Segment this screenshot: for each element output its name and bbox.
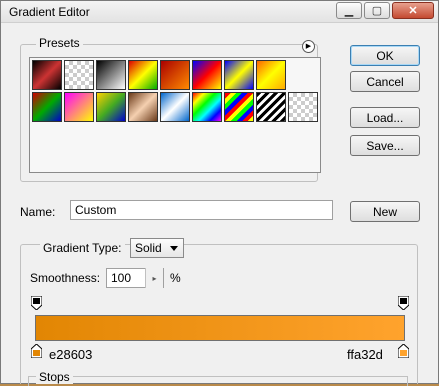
gradient-settings-group: [20, 244, 418, 384]
preset-swatch[interactable]: [96, 60, 126, 90]
new-button[interactable]: New: [350, 201, 420, 222]
close-icon[interactable]: ✕: [392, 2, 434, 19]
smoothness-label: Smoothness:: [30, 271, 101, 285]
ok-button[interactable]: OK: [350, 45, 420, 66]
preset-swatch[interactable]: [224, 92, 254, 122]
preset-swatch-grid: [29, 57, 321, 173]
load-button[interactable]: Load...: [350, 107, 420, 128]
presets-label: Presets: [36, 36, 83, 50]
save-button[interactable]: Save...: [350, 135, 420, 156]
name-input[interactable]: [70, 200, 333, 220]
gradient-preview-bar[interactable]: [35, 315, 405, 341]
preset-swatch[interactable]: [256, 92, 286, 122]
stepper-arrow-icon[interactable]: ▸: [145, 268, 163, 288]
stops-group: [28, 376, 408, 386]
preset-swatch[interactable]: [256, 60, 286, 90]
gradient-type-label: Gradient Type:: [40, 241, 125, 255]
preset-swatch[interactable]: [128, 60, 158, 90]
window-controls: ▁ ▢ ✕: [336, 2, 434, 19]
preset-swatch[interactable]: [32, 92, 62, 122]
preset-swatch[interactable]: [192, 92, 222, 122]
flyout-arrow-icon[interactable]: ▶: [302, 40, 315, 53]
preset-swatch[interactable]: [160, 60, 190, 90]
opacity-stop-right[interactable]: [398, 296, 409, 310]
name-label: Name:: [20, 205, 56, 219]
stops-label: Stops: [36, 370, 73, 384]
cancel-button[interactable]: Cancel: [350, 71, 420, 92]
color-stop-right[interactable]: [398, 344, 409, 358]
minimize-icon[interactable]: ▁: [336, 2, 362, 19]
opacity-stop-left[interactable]: [31, 296, 42, 310]
preset-swatch[interactable]: [64, 60, 94, 90]
chevron-down-icon: [170, 246, 178, 251]
maximize-icon[interactable]: ▢: [364, 2, 390, 19]
preset-swatch[interactable]: [64, 92, 94, 122]
end-color-hex: ffa32d: [347, 347, 383, 362]
preset-swatch[interactable]: [128, 92, 158, 122]
window-title: Gradient Editor: [9, 5, 90, 19]
color-stop-left[interactable]: [31, 344, 42, 358]
gradient-type-select[interactable]: Solid: [130, 238, 184, 258]
preset-swatch[interactable]: [160, 92, 190, 122]
preset-swatch[interactable]: [96, 92, 126, 122]
preset-swatch[interactable]: [288, 92, 318, 122]
preset-swatch[interactable]: [32, 60, 62, 90]
title-bar[interactable]: Gradient Editor ▁ ▢ ✕: [1, 1, 438, 23]
gradient-type-value: Solid: [135, 241, 162, 255]
preset-swatch[interactable]: [224, 60, 254, 90]
preset-swatch[interactable]: [192, 60, 222, 90]
start-color-hex: e28603: [49, 347, 93, 362]
smoothness-unit: %: [170, 271, 181, 285]
